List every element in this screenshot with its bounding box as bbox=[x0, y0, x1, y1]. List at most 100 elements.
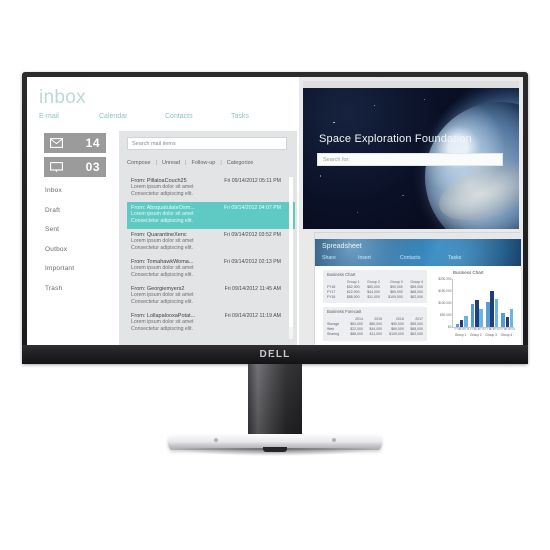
tab-tasks[interactable]: Tasks bbox=[448, 255, 461, 261]
tab-insert[interactable]: Insert bbox=[358, 255, 371, 261]
cell: $88,000 bbox=[346, 295, 360, 300]
mail-nav-item-calendar[interactable]: Calendar bbox=[99, 113, 127, 120]
chart-bar bbox=[494, 298, 498, 327]
star-icon bbox=[402, 195, 404, 197]
follow-up-button[interactable]: Follow-up bbox=[191, 160, 215, 166]
list-item[interactable]: From: LollapalooxaPotat... Fri 09/14/201… bbox=[127, 310, 295, 337]
list-item-selected[interactable]: From: AbsquatulateOsm... Fri 09/14/2012 … bbox=[127, 202, 295, 229]
message-date: Fri 09/14/2012 04:07 PM bbox=[223, 204, 281, 211]
chart-bar bbox=[455, 323, 460, 327]
sidebar-item-trash[interactable]: Trash bbox=[45, 285, 115, 292]
cell: $62,000 bbox=[410, 295, 423, 300]
message-preview-line2: Consectetur adipiscing elit. bbox=[131, 272, 193, 278]
tab-share[interactable]: Share bbox=[322, 255, 336, 261]
cell: $11,000 bbox=[367, 295, 380, 300]
sidebar-item-draft[interactable]: Draft bbox=[45, 207, 115, 214]
tab-contacts[interactable]: Contacts bbox=[400, 255, 420, 261]
scrollbar-thumb[interactable] bbox=[289, 177, 293, 327]
chat-bubble-icon bbox=[50, 161, 63, 173]
unread-mail-count: 14 bbox=[85, 136, 100, 150]
chat-counter[interactable]: 03 bbox=[44, 157, 106, 177]
mail-nav-item-contacts[interactable]: Contacts bbox=[165, 113, 193, 120]
chart-bar-group bbox=[501, 279, 514, 327]
list-item[interactable]: From: QuarantineXenc Fri 09/14/2012 03:5… bbox=[127, 229, 295, 256]
chart-y-tick: $150,000 bbox=[438, 289, 452, 293]
spreadsheet-nav: Share Insert Contacts Tasks bbox=[322, 255, 502, 264]
message-date: Fri 09/14/2012 05:11 PM bbox=[224, 177, 281, 184]
chart-x-subtick: FY18 bbox=[478, 328, 485, 331]
list-item[interactable]: From: TomahawkWoma... Fri 09/14/2012 02:… bbox=[127, 256, 295, 283]
chart-y-tick: $100,000 bbox=[438, 301, 452, 305]
chart-plot-area: $0 $50,000 $100,000 $150,000 $200,000 FY16 FY1… bbox=[438, 277, 515, 337]
mail-nav-item-tasks[interactable]: Tasks bbox=[231, 113, 249, 120]
chart-x-subtick: FY18 bbox=[508, 328, 515, 331]
list-item[interactable]: From: PillaloaCouch25 Fri 09/14/2012 05:… bbox=[127, 175, 295, 202]
sidebar-item-outbox[interactable]: Outbox bbox=[45, 246, 115, 253]
sidebar-item-sent[interactable]: Sent bbox=[45, 226, 115, 233]
product-photo-stage: inbox E-mail Calendar Contacts Tasks 14 bbox=[0, 0, 550, 550]
folder-list: Inbox Draft Sent Outbox Important Trash bbox=[45, 187, 115, 304]
star-icon bbox=[357, 212, 358, 214]
search-placeholder: Search mail items bbox=[132, 140, 176, 147]
cell: $109,000 bbox=[388, 295, 403, 300]
browser-area: Space Exploration Foundation Search for:… bbox=[299, 77, 523, 345]
message-preview-line1: Lorem ipsum dolor sit amet bbox=[131, 237, 194, 244]
spreadsheet-header: Spreadsheet Share Insert Contacts Tasks bbox=[315, 239, 521, 266]
chart-bar bbox=[479, 308, 483, 327]
chart-bar-group bbox=[486, 279, 498, 327]
star-icon bbox=[320, 175, 322, 177]
sidebar-item-inbox[interactable]: Inbox bbox=[45, 187, 115, 194]
star-icon bbox=[374, 104, 376, 107]
unread-mail-counter[interactable]: 14 bbox=[44, 133, 106, 153]
dell-brand-logo: DELL bbox=[260, 349, 291, 360]
chat-count: 03 bbox=[85, 160, 100, 174]
chart-bar bbox=[486, 302, 490, 327]
mail-app-title: inbox bbox=[39, 87, 86, 108]
mail-nav: E-mail Calendar Contacts Tasks bbox=[39, 113, 289, 125]
chart-bar bbox=[470, 304, 475, 327]
chart-x-tick: Group 3 bbox=[485, 332, 497, 337]
dell-logo-letter: L bbox=[283, 349, 291, 360]
message-date: Fri 09/14/2012 11:19 AM bbox=[224, 312, 281, 319]
chart-x-subtick: FY18 bbox=[493, 328, 500, 331]
message-preview-line2: Consectetur adipiscing elit. bbox=[131, 326, 193, 332]
message-preview-line2: Consectetur adipiscing elit. bbox=[131, 245, 193, 251]
chart-bar bbox=[501, 313, 505, 327]
window-chrome bbox=[303, 81, 519, 88]
message-preview-line2: Consectetur adipiscing elit. bbox=[131, 191, 193, 197]
message-pane: Search mail items Compose | Unread | Fol… bbox=[119, 131, 297, 345]
message-list[interactable]: From: PillaloaCouch25 Fri 09/14/2012 05:… bbox=[127, 175, 295, 343]
base-notch-right bbox=[332, 438, 336, 442]
action-separator: | bbox=[155, 160, 157, 166]
dell-monitor: inbox E-mail Calendar Contacts Tasks 14 bbox=[22, 72, 528, 364]
message-date: Fri 09/14/2012 11:45 AM bbox=[224, 285, 281, 292]
message-preview-line1: Lorem ipsum dolor sit amet bbox=[131, 210, 194, 217]
chart-bar bbox=[490, 290, 494, 327]
list-item[interactable]: From: Georgiemyers2 Fri 09/14/2012 11:45… bbox=[127, 283, 295, 310]
business-forecast-table: 2014 2015 2016 2017 Storage $52,000 $80,… bbox=[326, 316, 424, 337]
table-row: FY16 $88,000 $11,000 $109,000 $62,000 bbox=[326, 295, 424, 300]
search-input[interactable]: Search mail items bbox=[127, 137, 287, 150]
envelope-icon bbox=[50, 138, 63, 148]
message-preview-line1: Lorem ipsum dolor sit amet bbox=[131, 291, 194, 298]
cell: $88,000 bbox=[350, 332, 363, 337]
space-site-window: Space Exploration Foundation Search for: bbox=[303, 81, 519, 229]
monitor-chin-bar: DELL bbox=[22, 345, 528, 364]
compose-button[interactable]: Compose bbox=[127, 160, 151, 166]
mail-nav-item-email[interactable]: E-mail bbox=[39, 113, 59, 120]
chart-x-tick: Group 1 bbox=[454, 332, 467, 337]
message-preview-line1: Lorem ipsum dolor sit amet bbox=[131, 183, 194, 190]
site-search-placeholder: Search for: bbox=[323, 156, 350, 163]
spreadsheet-window: Spreadsheet Share Insert Contacts Tasks … bbox=[315, 233, 521, 345]
chart-x-tick: Group 2 bbox=[470, 332, 482, 337]
chart-bar-group bbox=[455, 279, 468, 327]
categorize-button[interactable]: Categorize bbox=[227, 160, 254, 166]
table-row: Sharing $88,000 $11,000 $109,000 $62,000 bbox=[326, 332, 424, 337]
star-icon bbox=[333, 121, 335, 124]
unread-filter-button[interactable]: Unread bbox=[162, 160, 180, 166]
message-list-scrollbar[interactable] bbox=[289, 177, 293, 339]
message-preview-line1: Lorem ipsum dolor sit amet bbox=[131, 318, 194, 325]
site-search-input[interactable]: Search for: bbox=[317, 153, 503, 166]
sidebar-item-important[interactable]: Important bbox=[45, 265, 115, 272]
chart-bar-group bbox=[470, 279, 483, 327]
